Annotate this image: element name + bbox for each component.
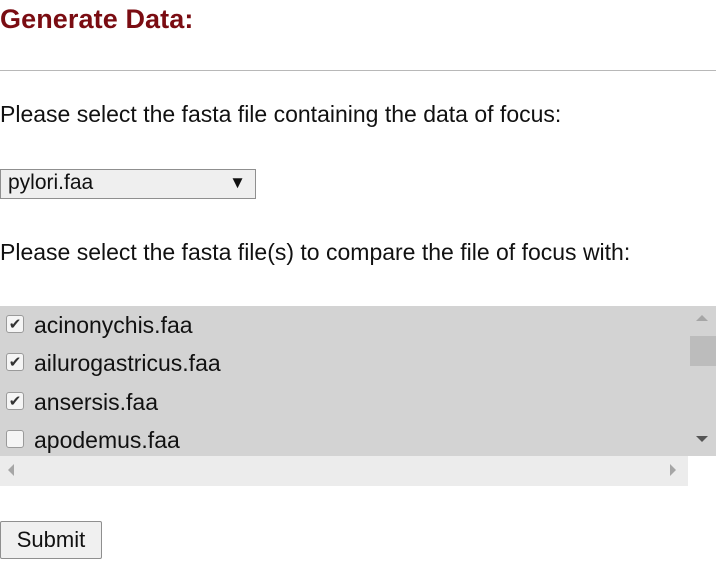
focus-file-select[interactable]: pylori.faa ▼ <box>0 169 256 199</box>
checkbox[interactable]: ✔ <box>6 353 24 371</box>
list-item[interactable]: ✔ acinonychis.faa <box>0 308 688 344</box>
list-item-label: acinonychis.faa <box>34 312 193 338</box>
divider <box>0 70 716 71</box>
list-item-label: ansersis.faa <box>34 389 159 415</box>
list-item-label: apodemus.faa <box>34 427 180 453</box>
scroll-left-arrow-icon[interactable] <box>8 464 14 476</box>
list-item[interactable]: apodemus.faa <box>0 423 688 459</box>
horizontal-scrollbar[interactable] <box>0 456 688 486</box>
focus-file-selected-value: pylori.faa <box>8 171 94 194</box>
scroll-up-arrow-icon[interactable] <box>696 315 708 321</box>
generate-data-page: Generate Data: Please select the fasta f… <box>0 0 716 564</box>
scrollbar-corner <box>688 456 716 486</box>
page-title: Generate Data: <box>0 4 194 34</box>
checkbox[interactable]: ✔ <box>6 392 24 410</box>
checkbox[interactable]: ✔ <box>6 315 24 333</box>
submit-button[interactable]: Submit <box>0 521 102 559</box>
triangle-down-icon: ▼ <box>229 173 246 192</box>
compare-files-prompt: Please select the fasta file(s) to compa… <box>0 239 631 265</box>
list-item[interactable]: ✔ ailurogastricus.faa <box>0 346 688 382</box>
vertical-scrollbar[interactable] <box>688 306 716 456</box>
compare-files-list[interactable]: ✔ acinonychis.faa ✔ ailurogastricus.faa … <box>0 306 716 486</box>
checkbox[interactable] <box>6 430 24 448</box>
checkmark-icon: ✔ <box>8 354 22 371</box>
list-item-label: ailurogastricus.faa <box>34 350 221 376</box>
list-item[interactable]: ✔ ansersis.faa <box>0 385 688 421</box>
scroll-right-arrow-icon[interactable] <box>670 464 676 476</box>
checkmark-icon: ✔ <box>8 316 22 333</box>
scroll-down-arrow-icon[interactable] <box>696 436 708 442</box>
focus-file-prompt: Please select the fasta file containing … <box>0 101 562 127</box>
checkmark-icon: ✔ <box>8 393 22 410</box>
scrollbar-thumb[interactable] <box>690 336 716 366</box>
